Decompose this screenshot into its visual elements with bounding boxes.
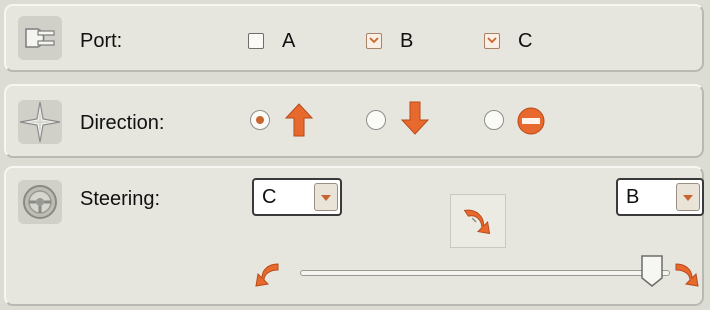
turn-left-icon (255, 263, 279, 287)
port-label: Port: (80, 30, 123, 52)
direction-label: Direction: (80, 112, 165, 134)
port-b-checkbox[interactable] (366, 33, 382, 49)
turn-right-icon (675, 263, 699, 287)
stop-icon[interactable] (516, 103, 546, 139)
steering-right-port-value: B (626, 186, 640, 208)
direction-panel: Direction: (4, 84, 704, 158)
plug-icon (18, 16, 62, 60)
port-panel: Port: A B C (4, 4, 704, 72)
steering-wheel-icon (18, 180, 62, 224)
port-a-checkbox[interactable] (248, 33, 264, 49)
steering-panel: Steering: C B (4, 166, 704, 306)
swap-motors-button[interactable] (450, 194, 506, 248)
steering-left-port-value: C (262, 186, 277, 208)
check-icon (369, 37, 379, 44)
swap-motors-icon (463, 209, 491, 235)
port-b-label: B (400, 30, 414, 52)
check-icon (487, 37, 497, 44)
direction-forward-radio[interactable] (250, 110, 270, 130)
radio-selected-dot (256, 116, 264, 124)
port-a-label: A (282, 30, 296, 52)
compass-star-icon (18, 100, 62, 144)
arrow-down-icon[interactable] (400, 100, 430, 136)
direction-stop-radio[interactable] (484, 110, 504, 130)
chevron-down-icon[interactable] (676, 183, 700, 211)
chevron-down-icon[interactable] (314, 183, 338, 211)
steering-right-port-select[interactable]: B (616, 178, 704, 216)
port-c-checkbox[interactable] (484, 33, 500, 49)
port-c-label: C (518, 30, 533, 52)
steering-slider-thumb[interactable] (640, 254, 664, 288)
arrow-up-icon[interactable] (284, 102, 314, 138)
steering-left-port-select[interactable]: C (252, 178, 342, 216)
direction-backward-radio[interactable] (366, 110, 386, 130)
steering-slider-track[interactable] (300, 270, 670, 276)
steering-label: Steering: (80, 188, 161, 210)
